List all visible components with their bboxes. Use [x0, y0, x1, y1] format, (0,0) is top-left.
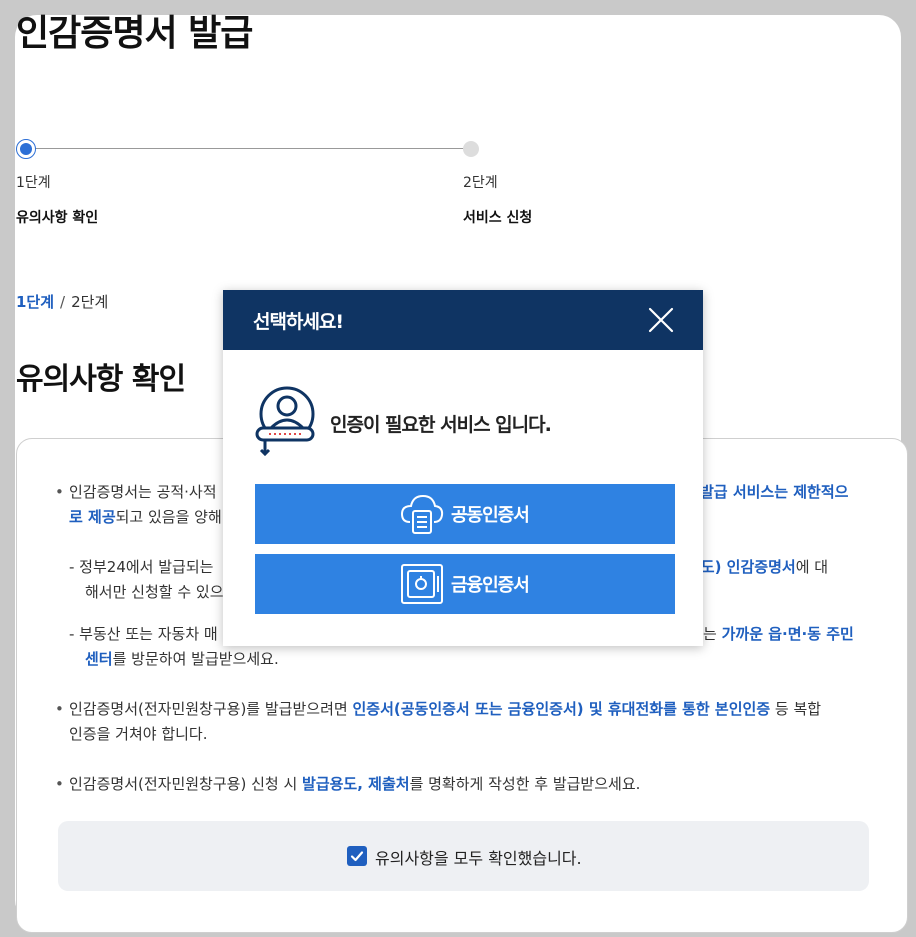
notice-4-text-a: 인감증명서(전자민원창구용)를 발급받으려면	[69, 700, 348, 718]
page-title: 인감증명서 발급	[16, 13, 253, 54]
financial-certificate-button[interactable]: 금융인증서	[255, 554, 675, 614]
confirm-box: 유의사항을 모두 확인했습니다.	[58, 821, 869, 891]
notice-3-text-a: - 부동산 또는 자동차 매	[69, 625, 218, 643]
notice-3-line-1: - 부동산 또는 자동차 매	[69, 622, 218, 647]
notice-3-text-e: 를 방문하여 발급받으세요.	[112, 650, 279, 668]
notice-1-text-b: 발급 서비스는 제한적으	[700, 483, 849, 501]
notice-4-text-c: 등 복합	[774, 700, 822, 718]
notice-1-text-d: 되고 있음을 양해	[115, 508, 222, 526]
notice-2-text-a: - 정부24에서 발급되는	[69, 558, 214, 576]
notice-5-text-a: 인감증명서(전자민원창구용) 신청 시	[69, 775, 298, 793]
notice-1-text-a: 인감증명서는 공적·사적	[69, 483, 217, 501]
notice-2-text-d: 해서만 신청할 수 있으	[85, 583, 224, 601]
notice-4-text-b: 인증서(공동인증서 또는 금융인증서) 및 휴대전화를 통한 본인인증	[352, 700, 771, 718]
certificate-modal: 선택하세요! 인증이 필요한 서비스 입니다. 공동인증서 금융인증서	[223, 290, 703, 646]
breadcrumb-next: 2단계	[71, 293, 109, 311]
stepper: 1단계 유의사항 확인 2단계 서비스 신청	[16, 139, 886, 239]
section-title: 유의사항 확인	[16, 362, 186, 397]
safe-certificate-icon	[401, 564, 443, 604]
notice-2-line-1: - 정부24에서 발급되는	[69, 555, 213, 580]
notice-4-line-1: 인감증명서(전자민원창구용)를 발급받으려면 인증서(공동인증서 또는 금융인증…	[55, 697, 869, 722]
notice-3-line-1-right: 는 가까운 읍·면·동 주민	[703, 622, 854, 647]
close-icon	[648, 307, 674, 333]
joint-certificate-button[interactable]: 공동인증서	[255, 484, 675, 544]
notice-2-text-c: 에 대	[795, 558, 829, 576]
check-icon	[350, 851, 364, 862]
financial-certificate-label: 금융인증서	[451, 575, 530, 595]
notice-3-text-c: 가까운 읍·면·동 주민	[721, 625, 854, 643]
notice-3-text-b: 는	[703, 625, 717, 643]
breadcrumb-separator: /	[60, 293, 66, 311]
step-1-label: 유의사항 확인	[16, 210, 99, 226]
notice-3-line-2: 센터를 방문하여 발급받으세요.	[85, 647, 279, 672]
confirm-checkbox[interactable]	[347, 846, 367, 866]
breadcrumb-current: 1단계	[16, 293, 55, 311]
notice-5-line-1: 인감증명서(전자민원창구용) 신청 시 발급용도, 제출처를 명확하게 작성한 …	[55, 772, 869, 797]
notice-1-line-1-right: 발급 서비스는 제한적으	[700, 480, 848, 505]
step-1-number: 1단계	[16, 175, 51, 191]
step-2-label: 서비스 신청	[463, 210, 533, 226]
notice-5-text-c: 를 명확하게 작성한 후 발급받으세요.	[409, 775, 641, 793]
joint-certificate-label: 공동인증서	[451, 505, 530, 525]
notice-1-text-c: 로 제공	[69, 508, 116, 526]
notice-2-line-1-right: 용도) 인감증명서에 대	[687, 555, 828, 580]
cloud-certificate-icon	[400, 494, 444, 534]
step-2-dot	[463, 141, 479, 157]
notice-4-line-2: 인증을 거쳐야 합니다.	[69, 722, 208, 747]
confirm-label[interactable]: 유의사항을 모두 확인했습니다.	[375, 845, 582, 869]
modal-title: 선택하세요!	[253, 311, 344, 333]
notice-4-text-d: 인증을 거쳐야 합니다.	[69, 725, 208, 743]
notice-3-text-d: 센터	[85, 650, 113, 668]
modal-message: 인증이 필요한 서비스 입니다.	[330, 414, 552, 436]
notice-5-text-b: 발급용도, 제출처	[302, 775, 410, 793]
notice-1-line-2: 로 제공되고 있음을 양해	[69, 505, 222, 530]
step-2-number: 2단계	[463, 175, 498, 191]
user-certificate-icon	[255, 386, 315, 456]
step-line	[26, 148, 472, 149]
modal-header: 선택하세요!	[223, 290, 703, 350]
notice-2-text-b: 용도) 인감증명서	[687, 558, 796, 576]
notice-2-line-2: 해서만 신청할 수 있으	[85, 580, 224, 605]
breadcrumb: 1단계 / 2단계	[16, 291, 108, 312]
close-button[interactable]	[647, 306, 675, 334]
step-1-dot	[16, 139, 36, 159]
